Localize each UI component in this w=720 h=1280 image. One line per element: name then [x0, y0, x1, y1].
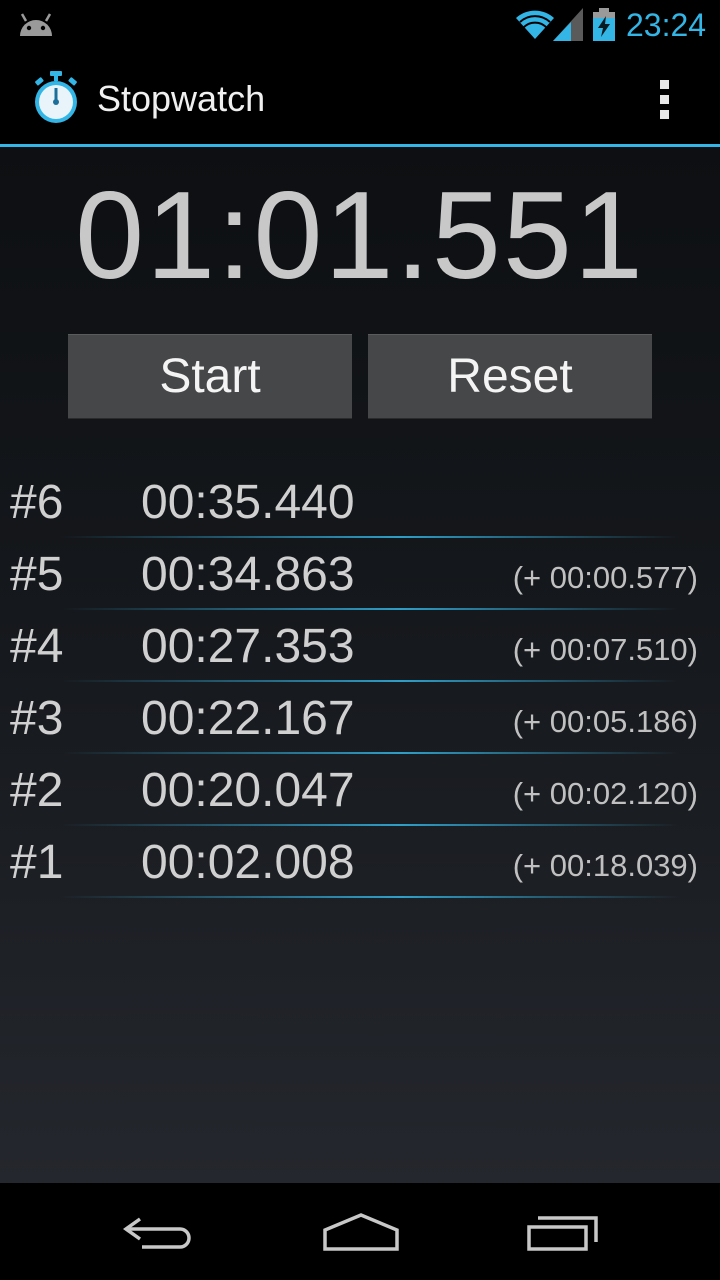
main-content: 01:01.551 Start Reset #6 00:35.440 #5 00…	[0, 147, 720, 1183]
overflow-dot	[660, 110, 669, 119]
start-button[interactable]: Start	[68, 334, 352, 419]
lap-time: 00:27.353	[141, 620, 355, 673]
lap-diff: (+ 00:02.120)	[512, 776, 698, 811]
lap-divider	[60, 896, 680, 898]
navigation-bar	[0, 1183, 720, 1280]
action-bar: Stopwatch	[0, 50, 720, 147]
lap-number: #1	[10, 836, 64, 889]
lap-diff: (+ 00:05.186)	[512, 704, 698, 739]
recents-icon[interactable]	[524, 1210, 600, 1252]
android-icon	[20, 13, 52, 36]
lap-diff: (+ 00:07.510)	[512, 632, 698, 667]
overflow-menu-icon[interactable]	[640, 68, 690, 128]
overflow-dot	[660, 95, 669, 104]
stopwatch-screen: 23:24 Stopwatch 01:01.551 Start Reset #6…	[0, 0, 720, 1280]
lap-list: #6 00:35.440 #5 00:34.863 (+ 00:00.577) …	[0, 466, 720, 898]
list-item: #2 00:20.047 (+ 00:02.120)	[0, 754, 720, 826]
elapsed-time-display: 01:01.551	[75, 167, 645, 305]
wifi-icon	[516, 10, 554, 39]
list-item: #3 00:22.167 (+ 00:05.186)	[0, 682, 720, 754]
lap-number: #5	[10, 548, 64, 601]
lap-time: 00:22.167	[141, 692, 355, 745]
list-item: #4 00:27.353 (+ 00:07.510)	[0, 610, 720, 682]
lap-diff: (+ 00:18.039)	[512, 848, 698, 883]
signal-icon	[553, 8, 583, 41]
lap-time: 00:35.440	[141, 476, 355, 529]
status-clock: 23:24	[626, 7, 707, 43]
lap-time: 00:02.008	[141, 836, 355, 889]
overflow-dot	[660, 80, 669, 89]
lap-time: 00:20.047	[141, 764, 355, 817]
status-bar: 23:24	[0, 0, 720, 50]
lap-number: #3	[10, 692, 64, 745]
stopwatch-icon	[35, 71, 77, 123]
lap-number: #6	[10, 476, 64, 529]
lap-number: #4	[10, 620, 64, 673]
battery-charging-icon	[593, 8, 615, 41]
back-icon[interactable]	[118, 1213, 198, 1253]
lap-diff: (+ 00:00.577)	[512, 560, 698, 595]
app-title: Stopwatch	[97, 78, 266, 119]
lap-time: 00:34.863	[141, 548, 355, 601]
reset-button[interactable]: Reset	[368, 334, 652, 419]
lap-number: #2	[10, 764, 64, 817]
list-item: #1 00:02.008 (+ 00:18.039)	[0, 826, 720, 898]
home-icon[interactable]	[320, 1210, 402, 1252]
list-item: #5 00:34.863 (+ 00:00.577)	[0, 538, 720, 610]
list-item: #6 00:35.440	[0, 466, 720, 538]
